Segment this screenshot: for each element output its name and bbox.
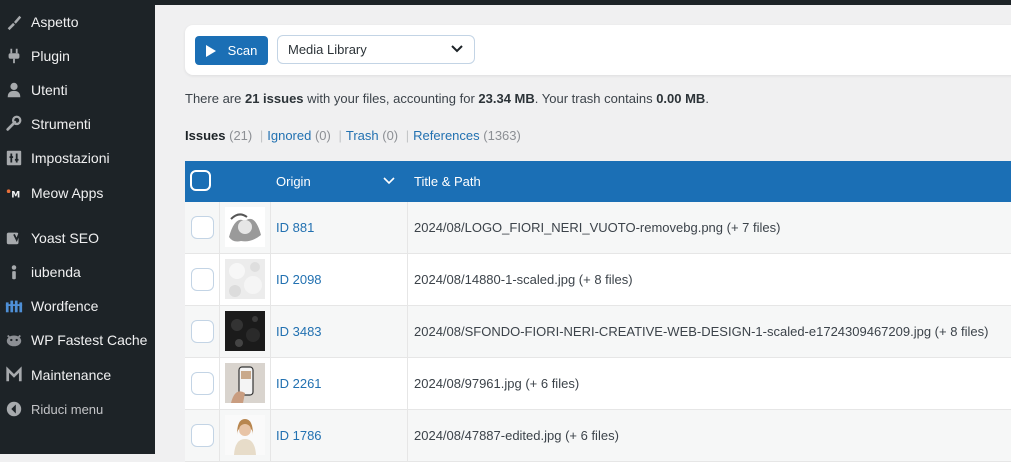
table-row: ID 2098 2024/08/14880-1-scaled.jpg (+ 8 … (185, 254, 1011, 306)
yoast-icon (4, 228, 24, 248)
origin-link[interactable]: ID 2098 (276, 272, 322, 287)
filter-separator: | (405, 128, 410, 143)
play-icon (205, 44, 216, 57)
settings-icon (4, 148, 24, 168)
sidebar-item-aspetto[interactable]: Aspetto (0, 5, 155, 39)
select-all-checkbox[interactable] (190, 170, 211, 191)
scan-button[interactable]: Scan (195, 36, 268, 65)
issues-count: 21 issues (244, 91, 304, 106)
issues-summary: There are 21 issues with your files, acc… (185, 91, 709, 106)
sidebar-item-wordfence[interactable]: Wordfence (0, 289, 155, 323)
sidebar-item-wp-fastest-cache[interactable]: WP Fastest Cache (0, 323, 155, 357)
sidebar-item-meow-apps[interactable]: M Meow Apps (0, 176, 155, 210)
thumbnail-image (225, 259, 265, 299)
wrench-icon (4, 114, 24, 134)
origin-link[interactable]: ID 2261 (276, 376, 322, 391)
admin-sidebar: Aspetto Plugin Utenti Strumenti Impostaz… (0, 0, 155, 454)
scan-toolbar: Scan Media Library (185, 25, 1011, 75)
summary-text: with your files, accounting for (303, 91, 479, 106)
plugin-icon (4, 46, 24, 66)
table-row: ID 3483 2024/08/SFONDO-FIORI-NERI-CREATI… (185, 306, 1011, 358)
table-row: ID 2261 2024/08/97961.jpg (+ 6 files) (185, 358, 1011, 410)
row-checkbox[interactable] (191, 320, 214, 343)
source-select[interactable]: Media Library (277, 35, 475, 64)
filter-links: Issues (21) | Ignored (0) | Trash (0) | Ref… (185, 128, 521, 143)
trash-size: 0.00 MB (656, 91, 706, 106)
scan-button-label: Scan (227, 43, 258, 58)
thumbnail-image (225, 207, 265, 247)
chevron-down-icon (450, 42, 464, 57)
filter-ignored[interactable]: Ignored (267, 128, 311, 143)
file-path: 2024/08/14880-1-scaled.jpg (+ 8 files) (414, 272, 633, 287)
sidebar-item-iubenda[interactable]: iubenda (0, 255, 155, 289)
sidebar-item-label: Aspetto (31, 14, 79, 30)
admin-top-bar (155, 0, 1011, 5)
table-row: ID 1786 2024/08/47887-edited.jpg (+ 6 fi… (185, 410, 1011, 462)
origin-link[interactable]: ID 1786 (276, 428, 322, 443)
summary-text: There are (185, 91, 245, 106)
thumbnail-image (225, 311, 265, 351)
summary-text: . Your trash contains (534, 91, 657, 106)
sidebar-item-label: Riduci menu (31, 401, 104, 417)
sidebar-item-impostazioni[interactable]: Impostazioni (0, 141, 155, 175)
filter-references[interactable]: References (413, 128, 479, 143)
cheetah-icon (4, 330, 24, 350)
file-path: 2024/08/47887-edited.jpg (+ 6 files) (414, 428, 619, 443)
row-checkbox[interactable] (191, 372, 214, 395)
filter-trash[interactable]: Trash (346, 128, 379, 143)
sidebar-item-maintenance[interactable]: Maintenance (0, 358, 155, 392)
sidebar-item-strumenti[interactable]: Strumenti (0, 107, 155, 141)
file-path: 2024/08/SFONDO-FIORI-NERI-CREATIVE-WEB-D… (414, 324, 989, 339)
table-header: Origin Title & Path (185, 161, 1011, 202)
paintbrush-icon (4, 12, 24, 32)
thumbnail-image (225, 415, 265, 455)
meow-apps-icon: M (4, 183, 24, 203)
issues-table: Origin Title & Path ID 881 2024/08/LOGO_… (185, 161, 1011, 462)
users-icon (4, 80, 24, 100)
table-row: ID 881 2024/08/LOGO_FIORI_NERI_VUOTO-rem… (185, 202, 1011, 254)
column-origin: Origin (276, 174, 311, 189)
origin-link[interactable]: ID 3483 (276, 324, 322, 339)
row-checkbox[interactable] (191, 424, 214, 447)
column-title-path: Title & Path (414, 174, 481, 189)
summary-text: . (705, 91, 709, 106)
wordfence-icon (4, 296, 24, 316)
row-checkbox[interactable] (191, 268, 214, 291)
file-path: 2024/08/LOGO_FIORI_NERI_VUOTO-removebg.p… (414, 220, 781, 235)
filter-issues-count: (21) (229, 128, 253, 143)
sidebar-item-label: Meow Apps (31, 185, 104, 201)
sidebar-item-label: WP Fastest Cache (31, 332, 148, 348)
filter-issues[interactable]: Issues (185, 128, 225, 143)
maintenance-icon (4, 365, 24, 385)
row-checkbox[interactable] (191, 216, 214, 239)
collapse-icon (4, 399, 24, 419)
sidebar-item-utenti[interactable]: Utenti (0, 73, 155, 107)
filter-ignored-count: (0) (314, 128, 331, 143)
sidebar-item-yoast-seo[interactable]: Yoast SEO (0, 221, 155, 255)
issues-size: 23.34 MB (478, 91, 535, 106)
sidebar-collapse-menu[interactable]: Riduci menu (0, 392, 155, 426)
thumbnail-image (225, 363, 265, 403)
filter-separator: | (259, 128, 264, 143)
sidebar-item-label: Maintenance (31, 367, 112, 383)
iubenda-icon (4, 262, 24, 282)
sidebar-item-label: iubenda (31, 264, 81, 280)
sidebar-item-label: Strumenti (31, 116, 91, 132)
chevron-down-icon[interactable] (382, 174, 396, 189)
svg-text:M: M (11, 191, 20, 201)
sidebar-item-label: Wordfence (31, 298, 99, 314)
sidebar-item-label: Yoast SEO (31, 230, 99, 246)
sidebar-item-label: Impostazioni (31, 150, 110, 166)
filter-references-count: (1363) (483, 128, 521, 143)
sidebar-item-label: Utenti (31, 82, 68, 98)
filter-trash-count: (0) (382, 128, 399, 143)
source-select-value: Media Library (288, 42, 367, 57)
filter-separator: | (338, 128, 342, 143)
sidebar-item-plugin[interactable]: Plugin (0, 39, 155, 73)
origin-link[interactable]: ID 881 (276, 220, 314, 235)
file-path: 2024/08/97961.jpg (+ 6 files) (414, 376, 580, 391)
sidebar-item-label: Plugin (31, 48, 70, 64)
